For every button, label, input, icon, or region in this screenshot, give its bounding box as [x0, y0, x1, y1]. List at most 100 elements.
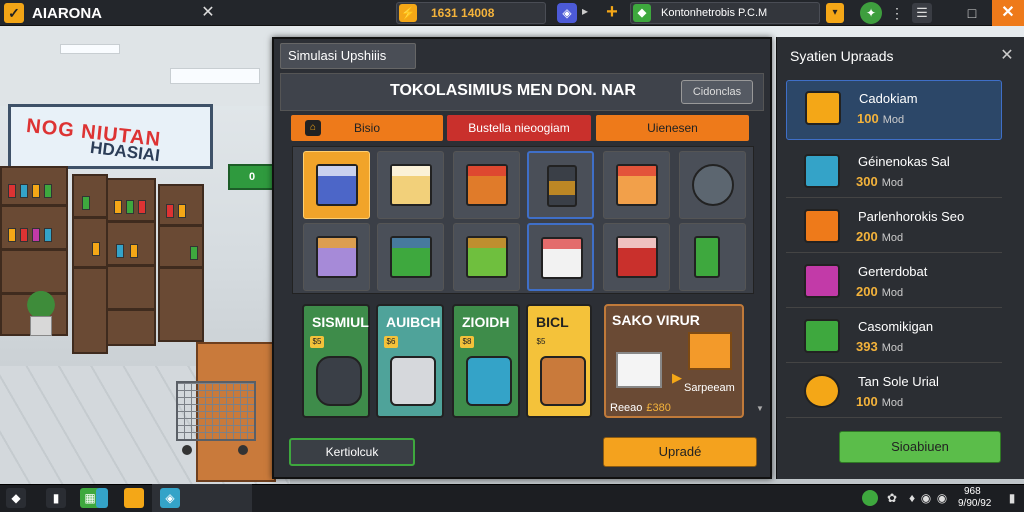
product-slot[interactable]	[603, 151, 670, 219]
product-box	[466, 236, 508, 278]
cash-balance: ◆ Kontonhetrobis P.C.M	[630, 2, 820, 24]
more-options-icon[interactable]: ⋮	[890, 3, 904, 23]
network-icon[interactable]	[862, 490, 878, 506]
product-jar	[547, 165, 577, 207]
box-icon	[540, 356, 586, 406]
tab-bisio[interactable]: ⌂ Bisio	[291, 115, 443, 141]
equipment-card[interactable]: BICL $5	[526, 304, 592, 418]
product-slot[interactable]	[527, 223, 594, 291]
app-icon-blue[interactable]	[96, 488, 108, 508]
checkout-button[interactable]: Kertiolcuk	[289, 438, 415, 466]
upgrade-item[interactable]: Gerterdobat 200 Mod	[786, 254, 1002, 308]
game-icon[interactable]: ◈	[160, 488, 180, 508]
white-box-icon	[616, 352, 662, 388]
product-slot[interactable]	[679, 223, 746, 291]
tab-uienesen[interactable]: Uienesen	[596, 115, 749, 141]
ceiling-light	[170, 68, 260, 84]
product-slot[interactable]	[603, 223, 670, 291]
product-box	[316, 164, 358, 206]
product-box	[616, 236, 658, 278]
product-slot[interactable]	[527, 151, 594, 219]
featured-upgrade-card[interactable]: SAKO VIRUR ▶ Sarpeeam Reeao £380	[604, 304, 744, 418]
crate-icon	[466, 356, 512, 406]
coin-value: 1631 14008	[431, 6, 495, 20]
product-slot[interactable]	[303, 223, 370, 291]
add-currency-button[interactable]: +	[602, 2, 622, 22]
dialog-title: Simulasi Upshiiis	[288, 48, 387, 63]
tab-label: Uienesen	[647, 121, 698, 135]
equipment-card[interactable]: SISMIUL $5	[302, 304, 370, 418]
card-price-badge: $5	[534, 336, 548, 348]
clock-time[interactable]: 968	[964, 486, 981, 497]
coin-balance: ⚡ 1631 14008	[396, 2, 546, 24]
exit-sign: 0	[228, 164, 276, 190]
side-panel-title: Syatien Upraads	[790, 48, 894, 64]
product-slot[interactable]	[377, 151, 444, 219]
equipment-card[interactable]: ZIOIDH $8	[452, 304, 520, 418]
arrow-right-icon: ▶	[672, 370, 682, 385]
volume-icon[interactable]: ✿	[884, 490, 900, 506]
upgrade-item[interactable]: Parlenhorokis Seo 200 Mod	[786, 199, 1002, 253]
product-tool	[692, 164, 734, 206]
feature-price: Reeao £380	[610, 402, 671, 414]
tab-label: Bustella nieoogiam	[468, 121, 570, 135]
upgrade-name: Géinenokas Sal	[858, 154, 950, 169]
product-grid	[292, 146, 754, 294]
tray-icon[interactable]: ◉	[934, 490, 950, 506]
ceiling-light	[60, 44, 120, 54]
close-tab-icon[interactable]: ✕	[198, 3, 218, 23]
upgrade-name: Cadokiam	[859, 91, 918, 106]
gem-icon[interactable]: ◈	[557, 3, 577, 23]
plant-pot	[30, 316, 52, 336]
upgrade-icon	[804, 209, 840, 243]
upgrade-price: 200 Mod	[856, 229, 904, 244]
maximize-icon[interactable]: □	[962, 3, 982, 23]
upgrade-item[interactable]: Casomikigan 393 Mod	[786, 309, 1002, 363]
checkmark-icon[interactable]: ✓	[4, 3, 24, 23]
product-bottle	[694, 236, 720, 278]
upgrade-button[interactable]: Upradé	[603, 437, 757, 467]
product-slot[interactable]	[453, 223, 520, 291]
cash-icon: ◆	[633, 4, 651, 22]
shelf	[158, 184, 204, 342]
card-price-badge: $6	[384, 336, 398, 348]
card-title: AUIBCH	[386, 314, 441, 330]
feature-title: SAKO VIRUR	[612, 312, 700, 328]
shelf	[72, 174, 108, 354]
tray-icon[interactable]: ◉	[918, 490, 934, 506]
upgrade-item[interactable]: Cadokiam 100 Mod	[786, 80, 1002, 140]
upgrade-name: Tan Sole Urial	[858, 374, 939, 389]
clock-date[interactable]: 9/90/92	[958, 498, 991, 509]
upgrade-price: 100 Mod	[856, 394, 904, 409]
product-slot[interactable]	[377, 223, 444, 291]
upgrade-icon	[804, 264, 840, 298]
product-slot[interactable]	[303, 151, 370, 219]
product-box	[316, 236, 358, 278]
start-icon[interactable]: ◆	[6, 488, 26, 508]
window-close-button[interactable]: ✕	[992, 0, 1024, 26]
equipment-card[interactable]: AUIBCH $6	[376, 304, 444, 418]
product-box	[466, 164, 508, 206]
card-price-badge: $5	[310, 336, 324, 348]
task-view-icon[interactable]: ▮	[46, 488, 66, 508]
notification-icon[interactable]: ▮	[1004, 488, 1020, 508]
globe-icon[interactable]: ✦	[860, 2, 882, 24]
side-panel-action-button[interactable]: Sioabiuen	[839, 431, 1001, 463]
chevron-down-icon[interactable]: ▾	[826, 3, 844, 23]
close-icon[interactable]: ✕	[996, 45, 1018, 67]
store-header-button[interactable]: Cidonclas	[681, 80, 753, 104]
card-title: BICL	[536, 314, 569, 330]
product-slot[interactable]	[453, 151, 520, 219]
product-slot[interactable]	[679, 151, 746, 219]
app-icon-folder[interactable]	[124, 488, 144, 508]
app-title: AIARONA	[32, 5, 102, 22]
card-title: SISMIUL	[312, 314, 369, 330]
scroll-down-icon[interactable]: ▼	[756, 404, 764, 413]
upgrade-icon	[805, 91, 841, 125]
tab-bustella[interactable]: Bustella nieoogiam	[447, 115, 591, 141]
cash-value: Kontonhetrobis P.C.M	[661, 7, 768, 19]
upgrade-item[interactable]: Géinenokas Sal 300 Mod	[786, 144, 1002, 198]
menu-icon[interactable]: ☰	[912, 3, 932, 23]
upgrade-item[interactable]: Tan Sole Urial 100 Mod	[786, 364, 1002, 418]
product-box	[541, 237, 583, 279]
